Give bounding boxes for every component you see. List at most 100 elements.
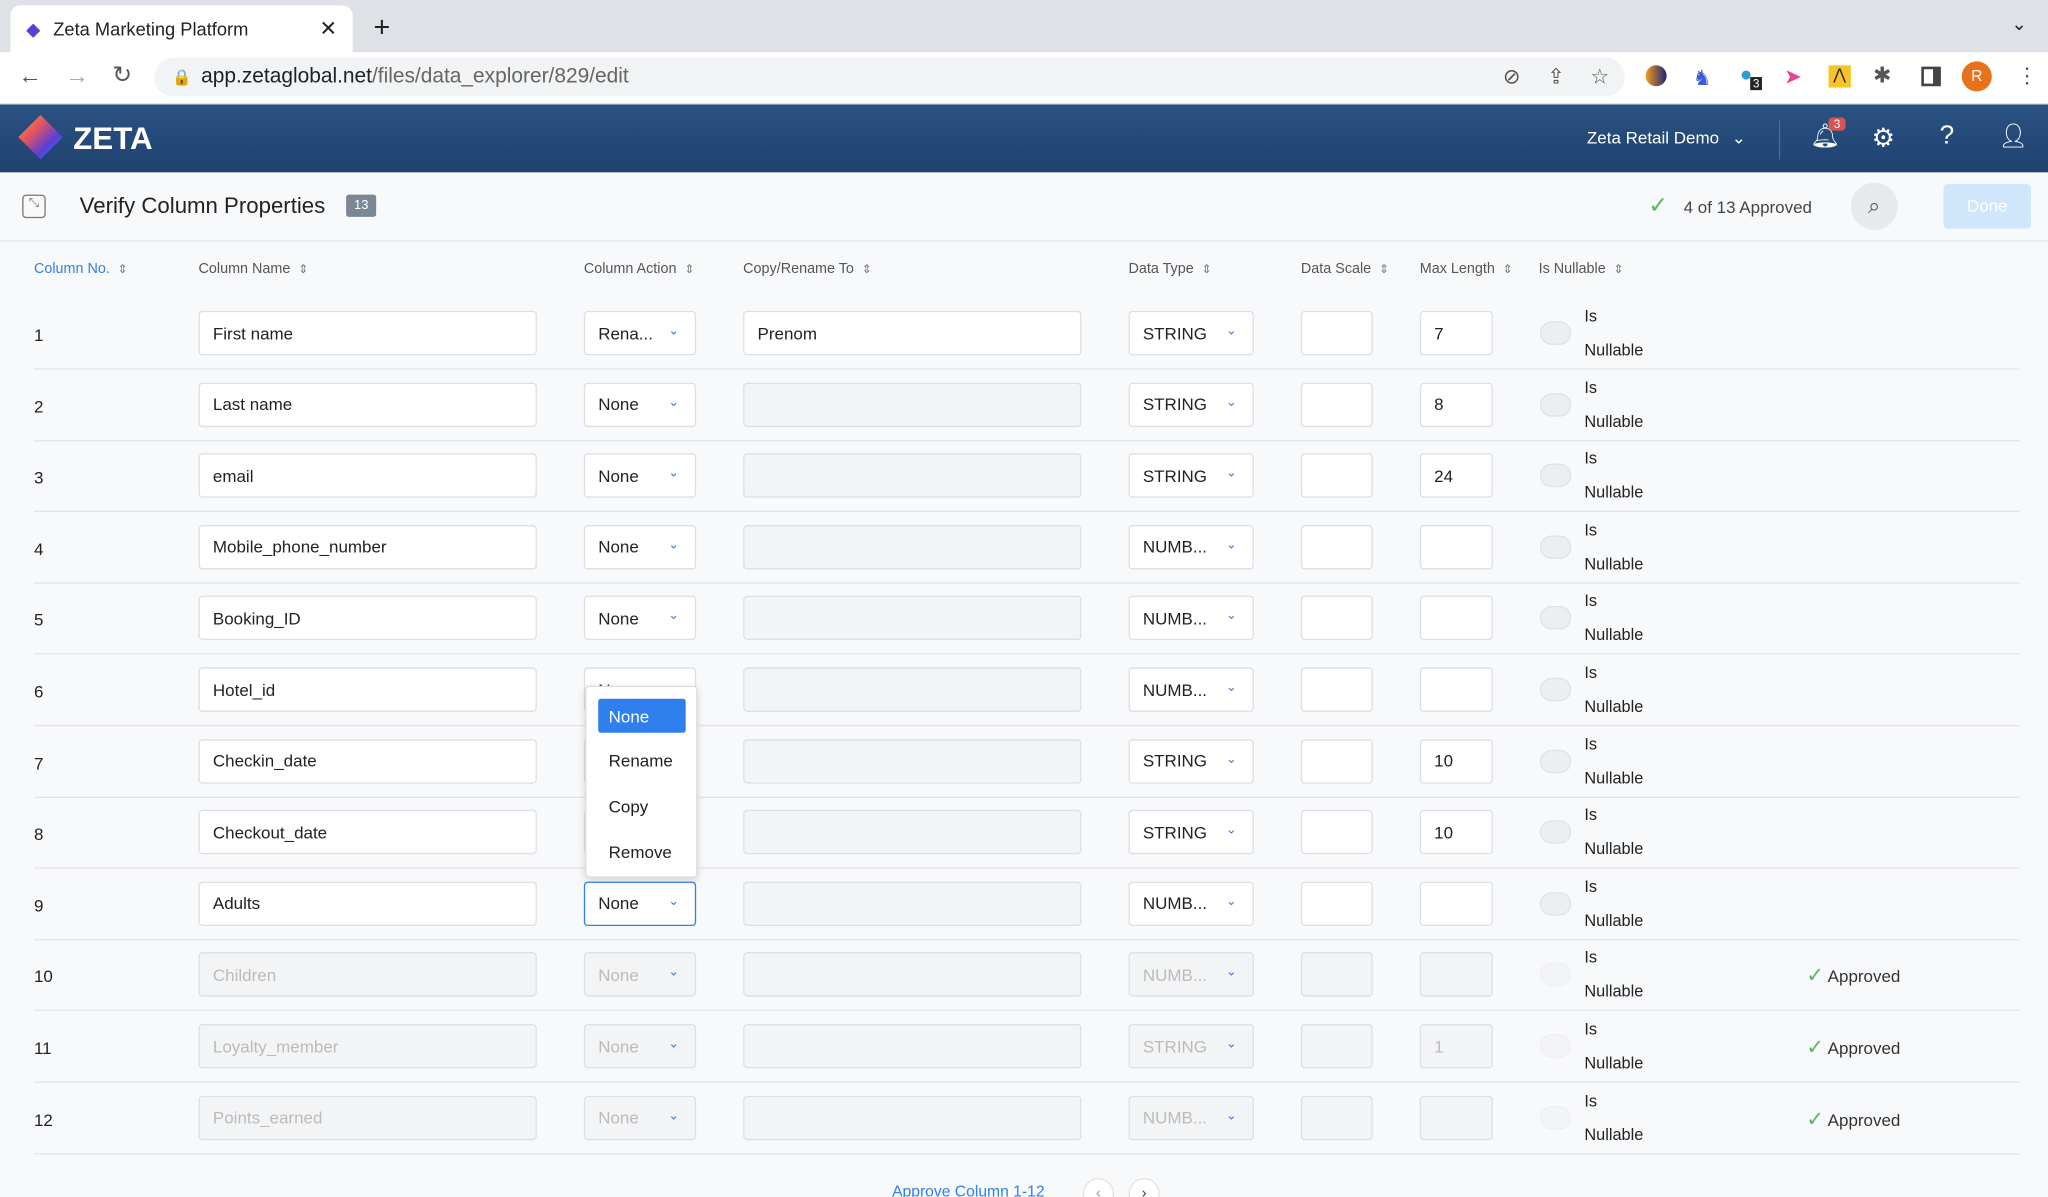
- max-length-input[interactable]: [1419, 952, 1493, 998]
- is-nullable-toggle[interactable]: [1539, 677, 1572, 702]
- is-nullable-toggle[interactable]: [1539, 535, 1572, 559]
- column-name-input[interactable]: Checkin_date: [198, 738, 537, 784]
- data-scale-input[interactable]: [1300, 810, 1373, 855]
- back-icon[interactable]: ←: [18, 63, 42, 90]
- data-type-select[interactable]: STRING ⌄: [1128, 310, 1254, 356]
- column-name-input[interactable]: Loyalty_member: [198, 1023, 537, 1069]
- copy-rename-input[interactable]: Prenom: [743, 310, 1082, 356]
- column-name-input[interactable]: Last name: [198, 382, 537, 427]
- column-action-select[interactable]: None ⌄: [583, 524, 697, 570]
- menu-option-remove[interactable]: Remove: [598, 835, 686, 869]
- is-nullable-toggle[interactable]: [1539, 963, 1572, 987]
- extension-a-icon[interactable]: ⋀: [1828, 65, 1851, 88]
- header-copy-rename[interactable]: Copy/Rename To ⇕: [743, 261, 871, 277]
- copy-rename-input[interactable]: [743, 524, 1082, 570]
- data-type-select[interactable]: NUMB... ⌄: [1128, 524, 1254, 570]
- reload-icon[interactable]: ↻: [112, 61, 132, 88]
- copy-rename-input[interactable]: [743, 952, 1082, 998]
- data-scale-input[interactable]: [1300, 738, 1373, 784]
- max-length-input[interactable]: 10: [1419, 738, 1493, 784]
- browser-tab[interactable]: ◆ Zeta Marketing Platform ✕: [10, 5, 353, 53]
- data-type-select[interactable]: NUMB... ⌄: [1128, 1095, 1254, 1140]
- column-name-input[interactable]: Hotel_id: [198, 667, 537, 712]
- account-switcher[interactable]: Zeta Retail Demo ⌄: [1587, 128, 1746, 149]
- max-length-input[interactable]: [1419, 881, 1493, 926]
- done-button[interactable]: Done: [1943, 184, 2032, 229]
- column-name-input[interactable]: Booking_ID: [198, 596, 537, 641]
- data-type-select[interactable]: STRING ⌄: [1128, 738, 1254, 784]
- extension-ghost-icon[interactable]: ♞: [1693, 65, 1712, 91]
- data-scale-input[interactable]: [1300, 1023, 1373, 1069]
- menu-option-copy[interactable]: Copy: [598, 789, 686, 823]
- is-nullable-toggle[interactable]: [1539, 321, 1572, 345]
- extension-badge-icon[interactable]: ● 3: [1740, 64, 1762, 91]
- next-page-button[interactable]: ›: [1128, 1178, 1160, 1197]
- new-tab-icon[interactable]: +: [374, 10, 391, 44]
- help-icon[interactable]: ?: [1940, 121, 1955, 151]
- is-nullable-toggle[interactable]: [1539, 463, 1572, 488]
- approve-columns-link[interactable]: Approve Column 1-12: [892, 1182, 1044, 1197]
- data-type-select[interactable]: STRING ⌄: [1128, 1023, 1254, 1069]
- max-length-input[interactable]: 1: [1419, 1023, 1493, 1069]
- data-type-select[interactable]: NUMB... ⌄: [1128, 667, 1254, 712]
- data-type-select[interactable]: NUMB... ⌄: [1128, 596, 1254, 641]
- copy-rename-input[interactable]: [743, 881, 1082, 926]
- extension-icon[interactable]: [1645, 65, 1667, 87]
- column-action-select[interactable]: None ⌄: [583, 1023, 697, 1069]
- copy-rename-input[interactable]: [743, 1023, 1082, 1069]
- header-data-type[interactable]: Data Type ⇕: [1128, 261, 1211, 277]
- data-scale-input[interactable]: [1300, 596, 1373, 641]
- column-action-select[interactable]: None ⌄: [583, 952, 697, 998]
- data-type-select[interactable]: STRING ⌄: [1128, 382, 1254, 427]
- user-profile-icon[interactable]: 👤︎: [1998, 123, 2028, 150]
- header-column-no[interactable]: Column No. ⇕: [34, 261, 128, 277]
- column-action-select[interactable]: None ⌄: [583, 1095, 697, 1140]
- collapse-icon[interactable]: ⤡: [22, 194, 46, 219]
- column-name-input[interactable]: Checkout_date: [198, 810, 537, 855]
- header-is-nullable[interactable]: Is Nullable ⇕: [1539, 261, 1624, 277]
- close-tab-icon[interactable]: ✕: [319, 16, 337, 42]
- max-length-input[interactable]: [1419, 1095, 1493, 1140]
- menu-option-rename[interactable]: Rename: [598, 743, 686, 777]
- side-panel-icon[interactable]: [1921, 66, 1941, 87]
- bookmark-star-icon[interactable]: ☆: [1590, 64, 1609, 90]
- profile-avatar[interactable]: R: [1961, 61, 1992, 92]
- copy-rename-input[interactable]: [743, 382, 1082, 427]
- is-nullable-toggle[interactable]: [1539, 891, 1572, 916]
- data-scale-input[interactable]: [1300, 310, 1373, 356]
- settings-gear-icon[interactable]: ⚙: [1872, 121, 1895, 154]
- is-nullable-toggle[interactable]: [1539, 749, 1572, 773]
- column-action-select[interactable]: Rena... ⌄: [583, 310, 697, 356]
- copy-rename-input[interactable]: [743, 453, 1082, 498]
- column-action-select[interactable]: None ⌄: [583, 881, 697, 926]
- data-scale-input[interactable]: [1300, 1095, 1373, 1140]
- column-action-select[interactable]: None ⌄: [583, 453, 697, 498]
- share-icon[interactable]: ⇪: [1547, 64, 1565, 90]
- browser-menu-icon[interactable]: ⋮: [2017, 63, 2038, 89]
- header-column-name[interactable]: Column Name ⇕: [199, 261, 309, 277]
- column-name-input[interactable]: Adults: [198, 881, 537, 926]
- header-column-action[interactable]: Column Action ⇕: [584, 261, 694, 277]
- eye-off-icon[interactable]: ⊘: [1503, 64, 1521, 90]
- data-type-select[interactable]: STRING ⌄: [1128, 453, 1254, 498]
- extensions-puzzle-icon[interactable]: ✱: [1873, 63, 1892, 89]
- column-action-select[interactable]: None ⌄: [583, 382, 697, 427]
- column-name-input[interactable]: First name: [198, 310, 537, 356]
- data-scale-input[interactable]: [1300, 524, 1373, 570]
- is-nullable-toggle[interactable]: [1539, 820, 1572, 844]
- data-scale-input[interactable]: [1300, 453, 1373, 498]
- menu-option-none[interactable]: None: [598, 698, 686, 733]
- is-nullable-toggle[interactable]: [1539, 606, 1572, 631]
- is-nullable-toggle[interactable]: [1539, 392, 1572, 417]
- column-name-input[interactable]: Points_earned: [198, 1095, 537, 1140]
- forward-icon[interactable]: →: [65, 63, 89, 90]
- copy-rename-input[interactable]: [743, 596, 1082, 641]
- is-nullable-toggle[interactable]: [1539, 1034, 1572, 1058]
- max-length-input[interactable]: 24: [1419, 453, 1493, 498]
- max-length-input[interactable]: [1419, 524, 1493, 570]
- copy-rename-input[interactable]: [743, 1095, 1082, 1140]
- column-action-select[interactable]: None ⌄: [583, 596, 697, 641]
- column-name-input[interactable]: email: [198, 453, 537, 498]
- max-length-input[interactable]: [1419, 667, 1493, 712]
- search-button[interactable]: ⌕: [1850, 182, 1898, 230]
